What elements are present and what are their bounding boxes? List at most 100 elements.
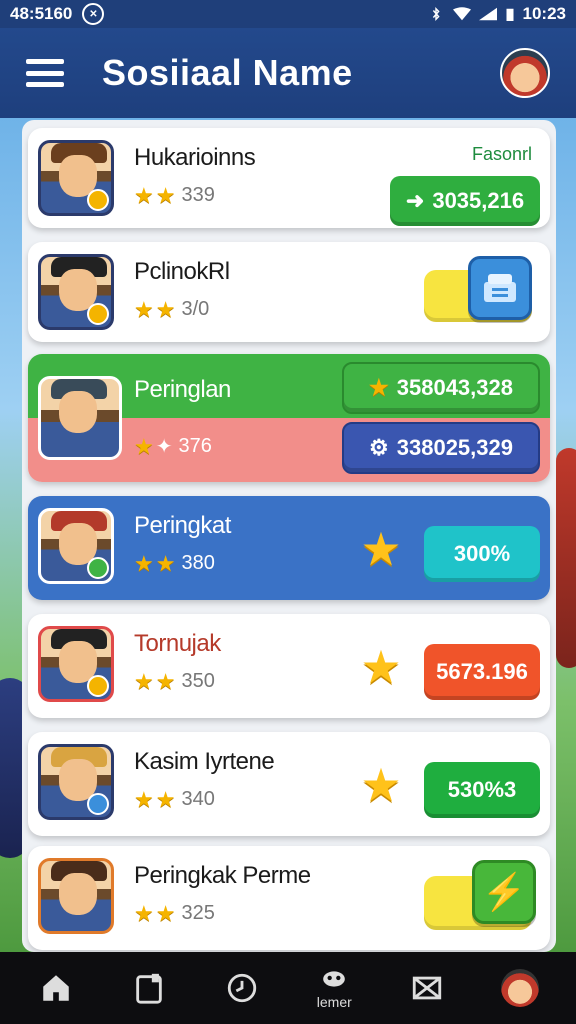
- star-icon: ★: [369, 375, 389, 400]
- player-rating: ★ ★ 339: [134, 184, 215, 207]
- gamepad-icon: [323, 971, 346, 987]
- player-portrait: [38, 254, 114, 330]
- player-portrait: [38, 744, 114, 820]
- rating-value: 380: [181, 552, 215, 574]
- score-value: 3035,216: [432, 188, 525, 213]
- profile-avatar[interactable]: [500, 48, 550, 98]
- rating-value: 339: [181, 184, 215, 206]
- nav-gamer[interactable]: lemer: [299, 958, 369, 1018]
- menu-icon[interactable]: [26, 59, 64, 87]
- star-icon: ★: [155, 296, 176, 322]
- lightning-icon: ⚡: [481, 871, 527, 912]
- app-bar: Sosiiaal Name: [0, 28, 576, 118]
- star-icon: ★: [134, 786, 154, 812]
- player-name: Tornujak: [134, 630, 221, 657]
- player-name: Peringkak Perme: [134, 862, 311, 889]
- status-time: 10:23: [522, 4, 566, 23]
- player-portrait: [38, 626, 114, 702]
- score-value: 358043,328: [396, 375, 513, 400]
- score-button[interactable]: 530%3: [424, 762, 540, 818]
- player-portrait: [38, 858, 114, 934]
- app-title: Sosiiaal Name: [102, 52, 353, 93]
- star-icon: ★: [134, 550, 154, 576]
- score-value: 5673.196: [436, 659, 528, 684]
- rating-value: 325: [181, 902, 215, 924]
- gear-icon: ⚙: [369, 435, 389, 460]
- app-notification-icon: ✕: [82, 3, 105, 25]
- rating-value: 350: [181, 670, 215, 692]
- leaderboard-row[interactable]: PclinokRl ★ ★ 3/0: [28, 242, 550, 342]
- wifi-icon: [452, 7, 471, 21]
- sparkle-icon: ✦: [155, 436, 173, 458]
- score-button[interactable]: 300%: [424, 526, 540, 582]
- score-button[interactable]: ➜ 3035,216: [390, 176, 540, 226]
- leaderboard-row[interactable]: Peringkak Perme ★ ★ 325 ⚡: [28, 846, 550, 950]
- nav-clipboard[interactable]: [114, 958, 184, 1018]
- score-value: 530%3: [447, 777, 517, 802]
- status-bar: 48:5160 ✕ 10:23: [0, 0, 576, 28]
- signal-icon: [478, 7, 497, 21]
- player-name: Hukarioinns: [134, 144, 256, 171]
- star-icon: ★: [134, 296, 154, 322]
- rating-value: 340: [181, 788, 215, 810]
- score-button[interactable]: ⚙ 338025,329: [342, 422, 540, 474]
- star-icon: ★: [155, 668, 176, 694]
- star-icon: ★: [134, 668, 154, 694]
- rating-value: 3/0: [181, 298, 210, 320]
- arrow-icon: ➜: [405, 188, 425, 213]
- clipboard-icon: [136, 973, 162, 1004]
- chest-icon: [484, 274, 516, 302]
- star-icon: ★: [155, 182, 176, 208]
- score-value: 300%: [453, 541, 511, 566]
- background-character-right: [556, 448, 576, 668]
- player-rating: ★ ★ 340: [134, 788, 215, 811]
- player-rating: ★ ✦ 376: [134, 434, 212, 459]
- nav-label: lemer: [316, 994, 352, 1010]
- nav-clock[interactable]: [207, 958, 277, 1018]
- leaderboard-row-highlighted[interactable]: Peringkat ★ ★ 380 ★ 300%: [28, 496, 550, 600]
- score-value: 338025,329: [396, 435, 513, 460]
- player-rating: ★ ★ 380: [134, 552, 215, 575]
- status-tag: Fasonrl: [471, 144, 532, 164]
- leaderboard-row-highlighted[interactable]: Peringlan ★ ✦ 376 ★ 358043,328 ⚙ 338025,…: [28, 354, 550, 482]
- battery-icon: [506, 8, 514, 21]
- player-name: PclinokRl: [134, 258, 230, 285]
- bottom-nav: lemer: [0, 952, 576, 1024]
- player-rating: ★ ★ 325: [134, 902, 215, 925]
- player-portrait: [38, 508, 114, 584]
- profile-avatar: [500, 969, 539, 1007]
- chest-button[interactable]: [468, 256, 532, 320]
- player-portrait: [38, 140, 114, 216]
- leaderboard-row[interactable]: Hukarioinns ★ ★ 339 Fasonrl ➜ 3035,216: [28, 128, 550, 228]
- leaderboard-panel: Hukarioinns ★ ★ 339 Fasonrl ➜ 3035,216 Pc…: [22, 120, 556, 952]
- nav-home[interactable]: [21, 958, 91, 1018]
- rating-value: 376: [178, 435, 212, 457]
- score-button[interactable]: 5673.196: [424, 644, 540, 700]
- player-rating: ★ ★ 3/0: [134, 298, 209, 321]
- star-icon: ★: [155, 900, 176, 926]
- star-icon: ★: [134, 433, 154, 459]
- mail-icon: [412, 976, 442, 1000]
- status-left-text: 48:5160: [10, 4, 73, 23]
- home-icon: [43, 975, 70, 1001]
- star-icon: ★: [360, 759, 402, 811]
- leaderboard-row[interactable]: Tornujak ★ ★ 350 ★ 5673.196: [28, 614, 550, 718]
- bluetooth-icon: [432, 7, 440, 21]
- clock-icon: [227, 973, 256, 1003]
- leaderboard-row[interactable]: Kasim Iyrtene ★ ★ 340 ★ 530%3: [28, 732, 550, 836]
- player-name: Peringlan: [134, 376, 231, 403]
- star-icon: ★: [155, 550, 176, 576]
- player-portrait: [38, 376, 122, 460]
- star-icon: ★: [360, 641, 402, 693]
- nav-mail[interactable]: [392, 958, 462, 1018]
- star-icon: ★: [360, 523, 402, 575]
- player-name: Peringkat: [134, 512, 231, 539]
- boost-button[interactable]: ⚡: [472, 860, 536, 924]
- player-rating: ★ ★ 350: [134, 670, 215, 693]
- player-name: Kasim Iyrtene: [134, 748, 275, 775]
- star-icon: ★: [134, 182, 154, 208]
- star-icon: ★: [134, 900, 154, 926]
- nav-profile[interactable]: [485, 958, 555, 1018]
- score-button[interactable]: ★ 358043,328: [342, 362, 540, 414]
- star-icon: ★: [155, 786, 176, 812]
